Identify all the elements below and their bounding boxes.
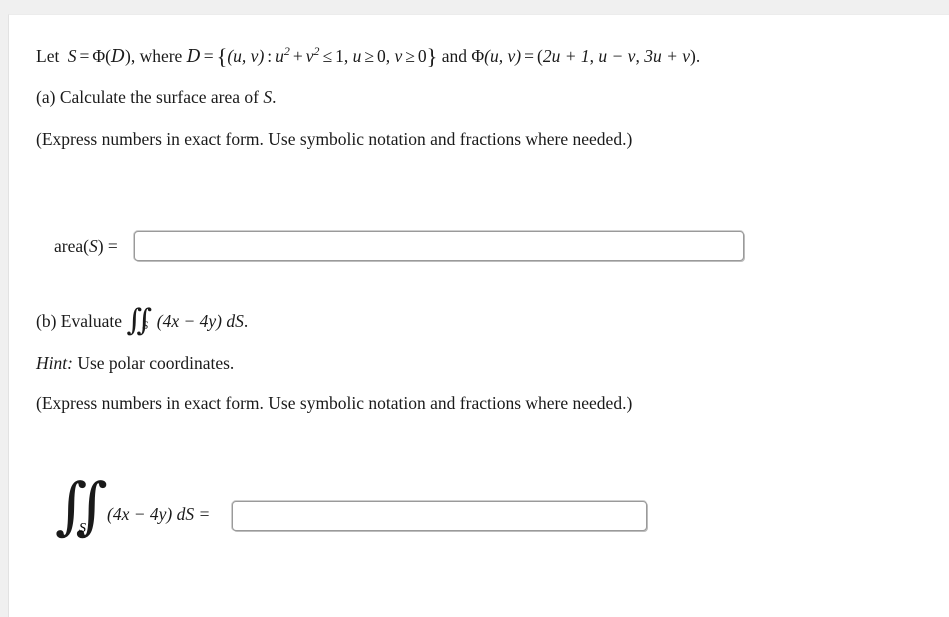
statement-map-component-2: u − v xyxy=(598,45,636,66)
problem-content: Let S = Φ(D), where D = {(u, v): u2 + v2 ≤1, u ≥0… xyxy=(9,15,949,617)
double-integral-large-icon: ∬ S xyxy=(55,475,108,547)
statement-set-close-brace: } xyxy=(426,44,438,69)
statement-equals-2: = xyxy=(203,45,214,66)
statement-let-word: Let xyxy=(36,45,60,66)
statement-equals-3: = xyxy=(524,45,534,66)
part-b-integrand: (4x − 4y) dS xyxy=(156,311,244,331)
part-a-S-symbol: S xyxy=(263,87,273,107)
double-integral-subscript: S xyxy=(142,319,149,332)
hint-text: Use polar coordinates. xyxy=(77,353,235,373)
part-b-answer-row: ∬ S (4x − 4y) dS = xyxy=(55,475,648,547)
part-b-hint: Hint: Use polar coordinates. xyxy=(36,353,234,375)
part-b-label: (b) xyxy=(36,311,57,331)
area-label-symbol: S xyxy=(88,235,98,256)
statement-leq-symbol: ≤ xyxy=(322,45,333,66)
statement-geq-1: ≥ xyxy=(364,45,374,66)
statement-colon: : xyxy=(267,45,273,66)
statement-plus-1: + xyxy=(292,45,303,66)
statement-map-component-1: 2u + 1 xyxy=(542,45,590,66)
statement-geq-2: ≥ xyxy=(405,45,415,66)
part-a-question: (a) Calculate the surface area of S. xyxy=(36,87,277,109)
statement-v-var-1: v xyxy=(305,45,314,66)
part-a-period: . xyxy=(272,87,277,107)
part-b-question: (b) Evaluate ∬ S (4x − 4y) dS. xyxy=(36,303,249,338)
statement-phi-2: Φ xyxy=(471,45,485,66)
double-integral-glyph: ∬ xyxy=(126,302,151,338)
area-answer-label: area(S) = xyxy=(54,236,118,257)
double-integral-large-subscript: S xyxy=(79,521,86,536)
problem-card: Let S = Φ(D), where D = {(u, v): u2 + v2 ≤1, u ≥0… xyxy=(8,14,949,617)
part-b-text: Evaluate xyxy=(60,311,122,331)
statement-u-exponent: 2 xyxy=(283,44,290,59)
part-a-answer-row: area(S) = xyxy=(54,231,744,261)
problem-statement-line: Let S = Φ(D), where D = {(u, v): u2 + v2 ≤1, u ≥0… xyxy=(36,43,700,71)
hint-label: Hint: xyxy=(36,353,73,373)
part-a-instructions: (Express numbers in exact form. Use symb… xyxy=(36,129,633,149)
statement-map-component-3: 3u + v xyxy=(644,45,691,66)
area-label-suffix: ) = xyxy=(97,235,118,256)
statement-D-symbol-2: D xyxy=(186,46,201,67)
statement-zero-2: 0 xyxy=(417,45,427,66)
part-b-answer-expression: (4x − 4y) dS = xyxy=(107,503,211,524)
double-integral-icon: ∬ S xyxy=(126,303,152,338)
statement-one-1: 1 xyxy=(335,45,344,66)
statement-and-word: and xyxy=(441,45,467,66)
statement-zero-1: 0 xyxy=(376,45,386,66)
part-b-period: . xyxy=(243,311,249,331)
statement-D-symbol-1: D xyxy=(110,46,125,67)
statement-where-word: , where xyxy=(130,45,183,66)
statement-phi-1: Φ xyxy=(92,45,106,66)
statement-u-var-1: u xyxy=(275,45,284,66)
surface-area-answer-input[interactable] xyxy=(133,231,744,261)
statement-equals-1: = xyxy=(79,45,90,66)
part-b-instructions: (Express numbers in exact form. Use symb… xyxy=(36,393,633,413)
statement-uv-pair: (u, v) xyxy=(227,45,265,66)
area-label-prefix: area( xyxy=(54,235,89,256)
part-a-text: Calculate the surface area of xyxy=(59,87,259,107)
statement-period-1: . xyxy=(695,45,701,66)
surface-integral-answer-input[interactable] xyxy=(232,501,648,531)
statement-phi-args: (u, v) xyxy=(484,45,522,66)
part-a-label: (a) xyxy=(36,87,56,107)
statement-set-open-brace: { xyxy=(216,44,228,69)
